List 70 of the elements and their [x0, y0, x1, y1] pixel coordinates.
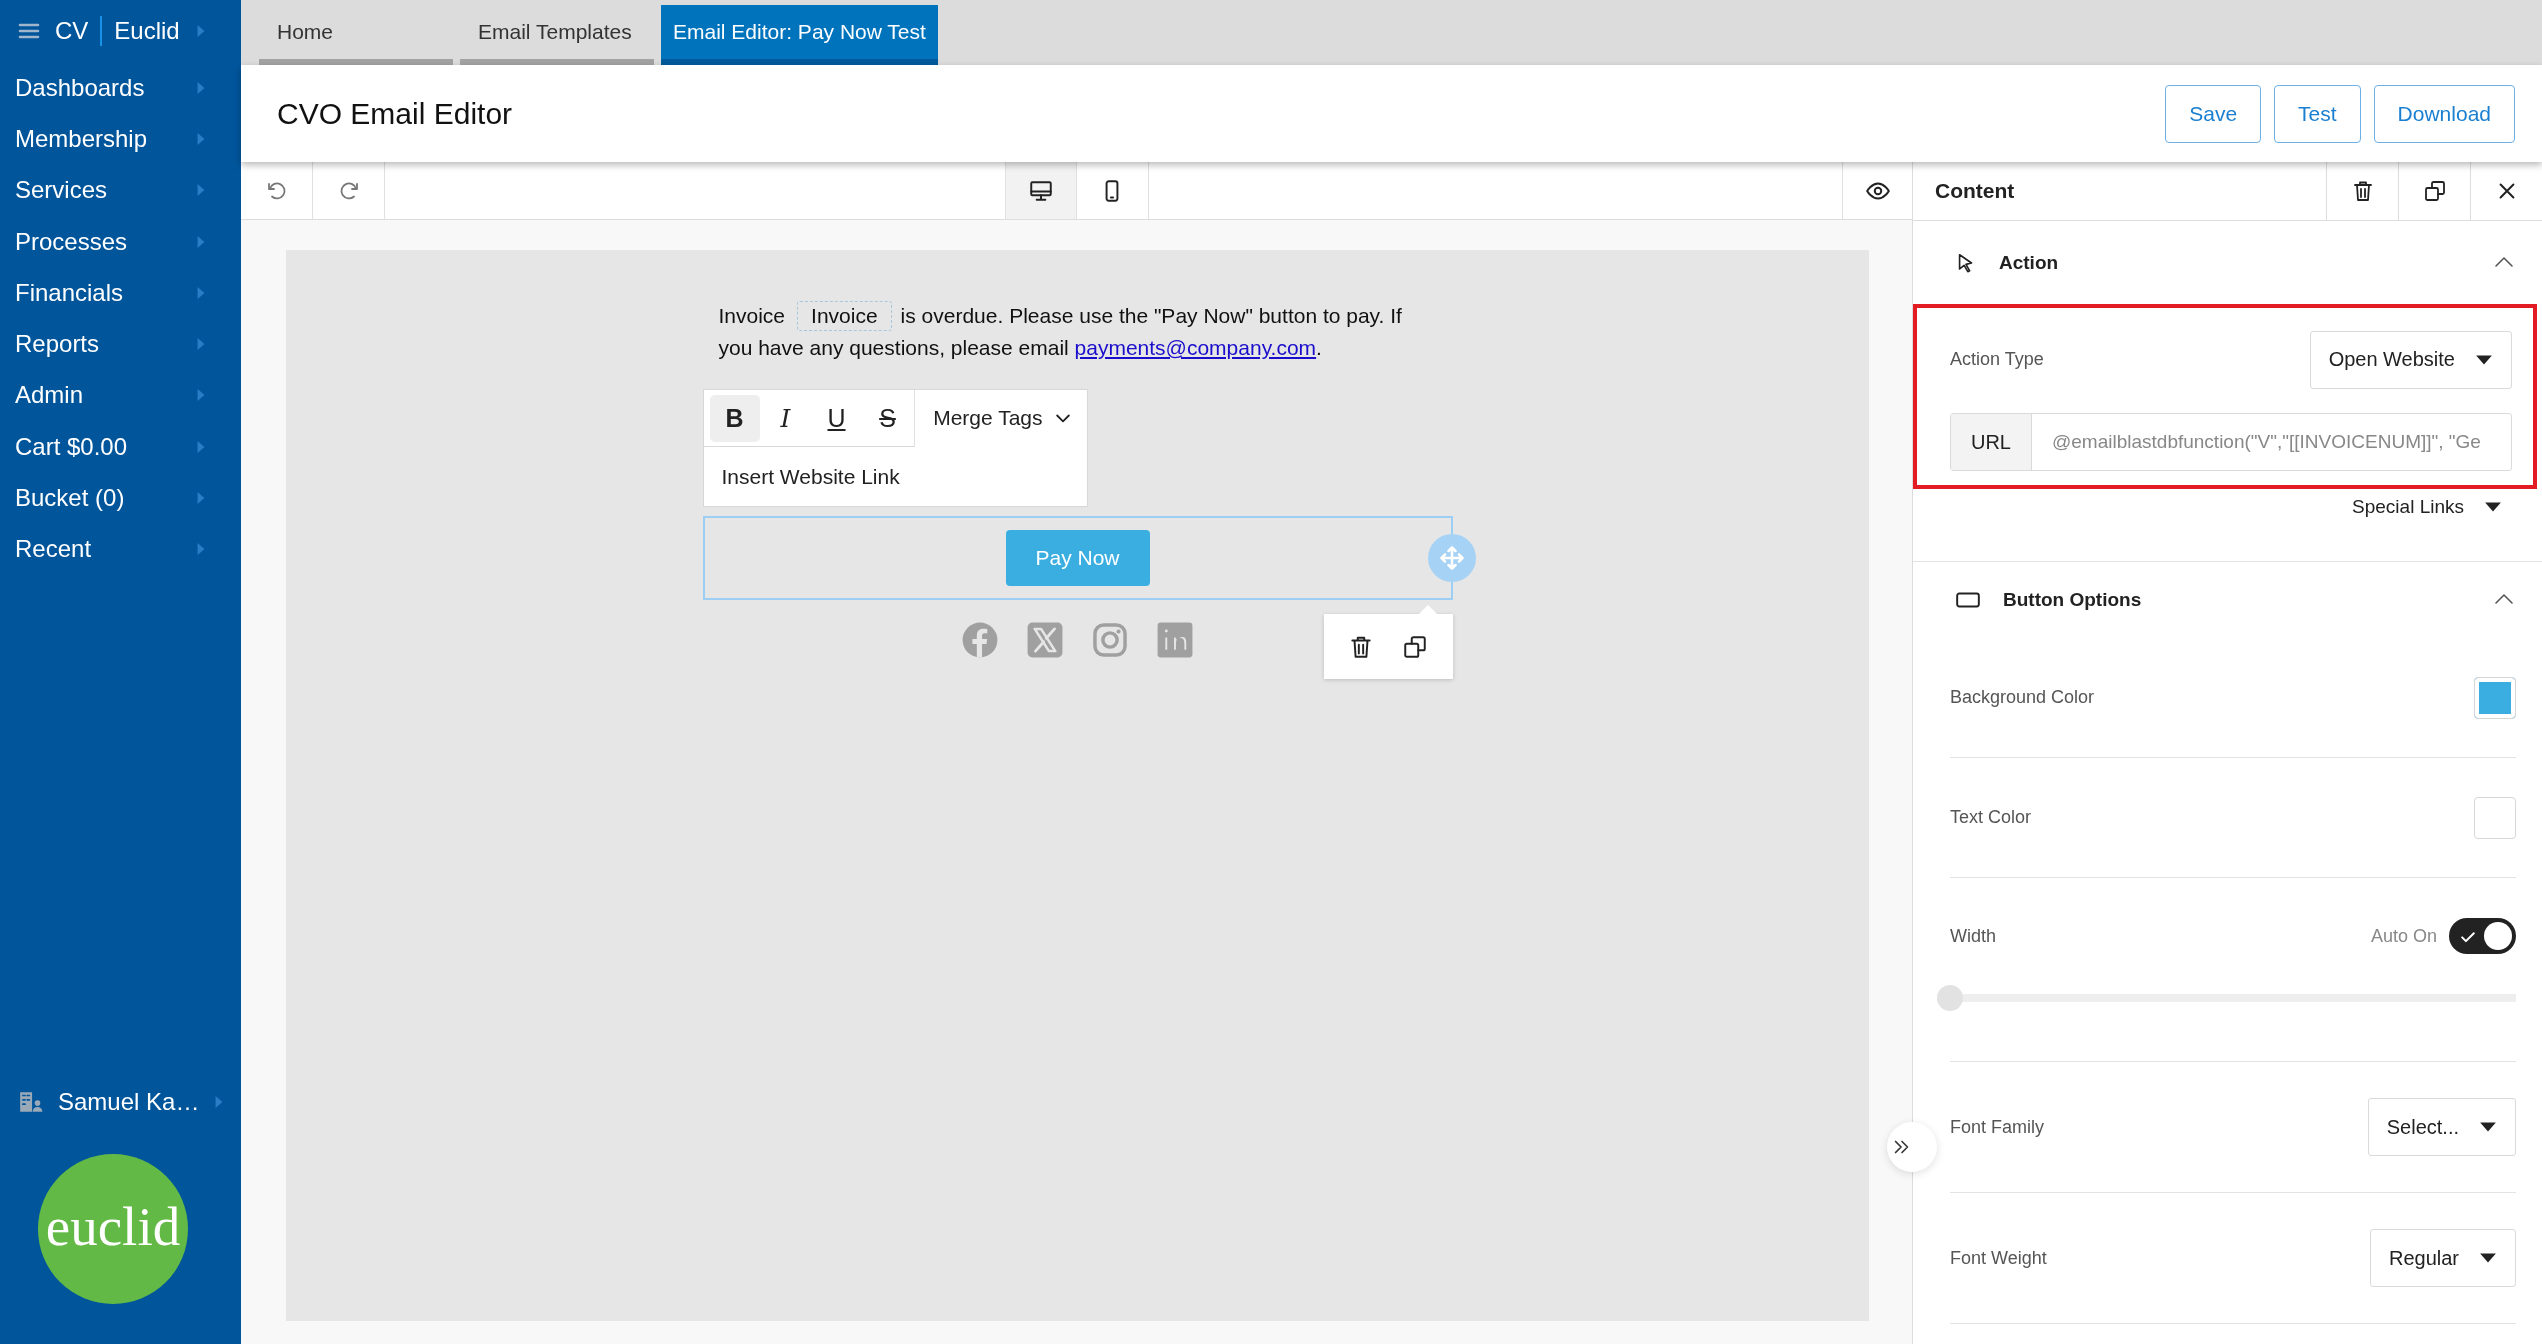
nav-item[interactable]: Financials [0, 267, 241, 319]
caret-icon [195, 81, 207, 94]
caret-icon [195, 543, 207, 556]
user-name[interactable]: Samuel Ka… [58, 1087, 200, 1116]
desktop-view-button[interactable] [1004, 162, 1077, 219]
caret-icon [195, 184, 207, 197]
x-icon[interactable] [1026, 621, 1064, 659]
action-type-select[interactable]: Open Website [2309, 330, 2512, 389]
copy-icon [2422, 179, 2447, 203]
select-dropdown[interactable]: Regular [2369, 1229, 2516, 1287]
email-paragraph: Invoice Invoice is overdue. Please use the "Pay Now" button to pay. If you have any questions, please email payments@company.com. [702, 300, 1453, 364]
tab[interactable]: Email Editor: Pay Now Test [661, 5, 938, 65]
nav-item[interactable]: Dashboards [0, 62, 241, 114]
move-icon [1437, 544, 1466, 572]
move-handle[interactable] [1427, 534, 1476, 582]
field-label: Font Weight [1950, 1247, 2047, 1269]
caret-icon [195, 389, 207, 402]
color-swatch[interactable] [2474, 796, 2516, 839]
action-button[interactable]: Download [2373, 84, 2515, 143]
caret-icon [195, 25, 207, 37]
product-name: Euclid [114, 17, 180, 45]
action-button[interactable]: Save [2165, 84, 2262, 143]
nav-item[interactable]: Bucket (0) [0, 472, 241, 524]
caret-icon [195, 440, 207, 453]
nav-item[interactable]: Membership [0, 113, 241, 165]
instagram-icon[interactable] [1091, 621, 1129, 659]
field-label: Font Family [1950, 1116, 2045, 1138]
expand-button[interactable] [1887, 1122, 1937, 1172]
field-label: Width [1950, 925, 1996, 947]
url-value: @emailblastdbfunction("V","[[INVOICENUM]]", "Ge [2051, 430, 2482, 454]
page-title: CVO Email Editor [277, 96, 514, 131]
underline-button[interactable]: U [811, 394, 862, 442]
section-title: Button Options [2003, 589, 2142, 611]
caret-icon [195, 286, 207, 299]
toggle-label: Auto On [2370, 925, 2437, 947]
caret-icon [195, 132, 207, 145]
nav-item[interactable]: Processes [0, 215, 241, 268]
caret-icon [195, 338, 207, 351]
brand-name: CV [55, 17, 89, 45]
logo: euclid [38, 1154, 188, 1304]
facebook-icon[interactable] [961, 621, 999, 659]
merge-tags-dropdown[interactable]: Merge Tags [914, 389, 1087, 447]
nav-item[interactable]: Services [0, 164, 241, 216]
nav-item[interactable]: Admin [0, 369, 241, 422]
merge-tag: Invoice [797, 301, 892, 331]
section-title: Action [1999, 251, 2059, 274]
strike-button[interactable]: S [862, 394, 913, 442]
url-field[interactable]: URL @emailblastdbfunction("V","[[INVOICENUM]]", "Ge [1950, 413, 2512, 471]
url-addon: URL [1951, 414, 2032, 470]
bold-button[interactable]: B [709, 394, 760, 442]
nav-item[interactable]: Cart $0.00 [0, 421, 241, 473]
linkedin-icon[interactable] [1156, 621, 1194, 659]
field-label: Background Color [1950, 687, 2095, 708]
caret-icon [195, 492, 207, 504]
nav-item[interactable]: Recent [0, 523, 241, 575]
special-links-dropdown[interactable]: Special Links [2352, 489, 2502, 525]
select-dropdown[interactable]: Select... [2367, 1098, 2516, 1156]
toggle-switch[interactable] [2449, 918, 2516, 954]
italic-button[interactable]: I [760, 394, 811, 442]
link-field[interactable]: Insert Website Link [702, 447, 1088, 507]
field-label: Text Color [1950, 807, 2032, 828]
nav-item[interactable]: Reports [0, 318, 241, 370]
panel-title: Content [1934, 179, 2016, 203]
email-link[interactable]: payments@company.com [1074, 336, 1317, 359]
color-swatch[interactable] [2474, 676, 2516, 719]
slider-thumb[interactable] [1937, 985, 1963, 1011]
action-button[interactable]: Test [2274, 84, 2361, 143]
field-label: Action Type [1950, 349, 2044, 370]
copy-icon [1402, 633, 1429, 660]
caret-icon [195, 235, 207, 248]
